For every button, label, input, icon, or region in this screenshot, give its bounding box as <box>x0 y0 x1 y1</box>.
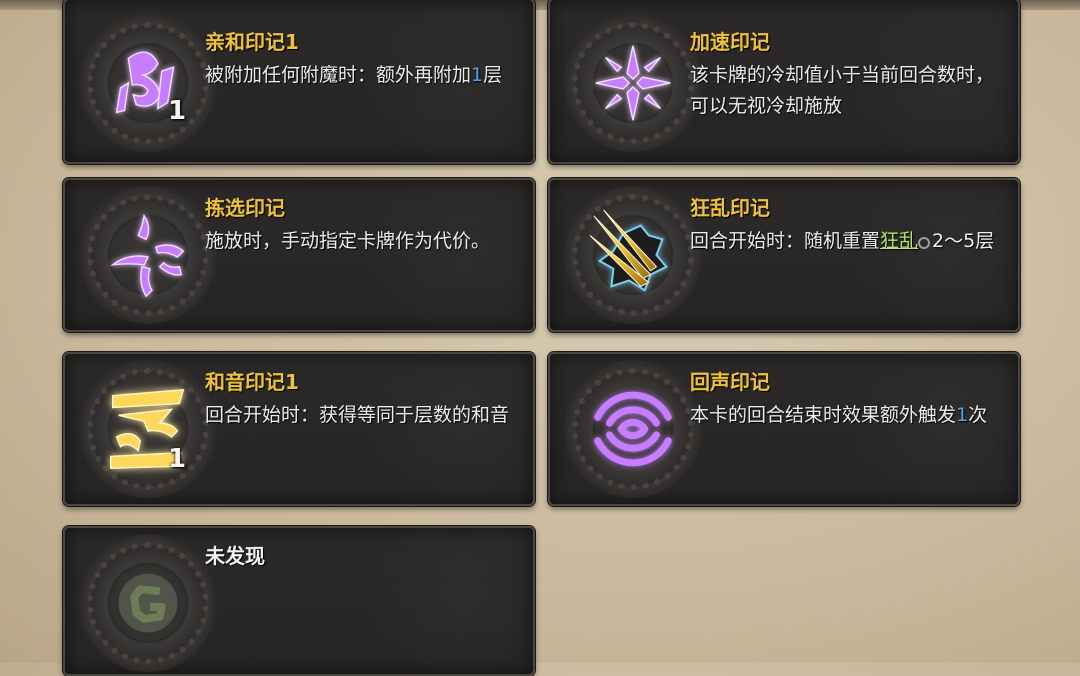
mark-title: 狂乱印记 <box>690 196 770 220</box>
mark-card-echo[interactable]: 回声印记 本卡的回合结束时效果额外触发1次 <box>548 352 1020 506</box>
mark-title: 加速印记 <box>690 30 770 54</box>
mark-title: 和音印记1 <box>205 370 299 394</box>
purple-glyph-icon <box>99 206 197 304</box>
golden-claws-icon <box>584 206 682 304</box>
undiscovered-rune-icon <box>99 554 197 652</box>
keyword-info-icon <box>918 237 931 249</box>
purple-echo-waves-icon <box>584 380 682 478</box>
mark-level: 1 <box>168 444 187 474</box>
mark-card-haste[interactable]: 加速印记 该卡牌的冷却值小于当前回合数时，可以无视冷却施放 <box>548 0 1020 164</box>
mark-title: 亲和印记1 <box>205 30 299 54</box>
mark-description: 该卡牌的冷却值小于当前回合数时，可以无视冷却施放 <box>690 64 995 117</box>
mark-card-affinity[interactable]: 1 亲和印记1 被附加任何附魔时：额外再附加1层 <box>63 0 535 164</box>
number-value: 1 <box>956 404 969 426</box>
mark-description: 施放时，手动指定卡牌作为代价。 <box>205 230 491 252</box>
mark-title: 回声印记 <box>690 370 770 394</box>
purple-star-rune-icon <box>584 34 682 132</box>
mark-title: 拣选印记 <box>205 196 285 220</box>
mark-card-frenzy[interactable]: 狂乱印记 回合开始时：随机重置狂乱 2～5层 <box>548 178 1020 332</box>
mark-description: 回合开始时：获得等同于层数的和音 <box>205 404 510 426</box>
keyword-link[interactable]: 狂乱 <box>880 230 918 252</box>
mark-level: 1 <box>168 96 187 126</box>
mark-title: 未发现 <box>205 544 265 568</box>
mark-card-selection[interactable]: 拣选印记 施放时，手动指定卡牌作为代价。 <box>63 178 535 332</box>
mark-description: 被附加任何附魔时：额外再附加1层 <box>205 64 503 86</box>
mark-description: 回合开始时：随机重置狂乱 2～5层 <box>690 230 995 252</box>
mark-card-harmony[interactable]: 1 和音印记1 回合开始时：获得等同于层数的和音 <box>63 352 535 506</box>
number-value: 1 <box>471 64 484 86</box>
mark-card-undiscovered[interactable]: 未发现 <box>63 526 535 676</box>
mark-description: 本卡的回合结束时效果额外触发1次 <box>690 404 988 426</box>
